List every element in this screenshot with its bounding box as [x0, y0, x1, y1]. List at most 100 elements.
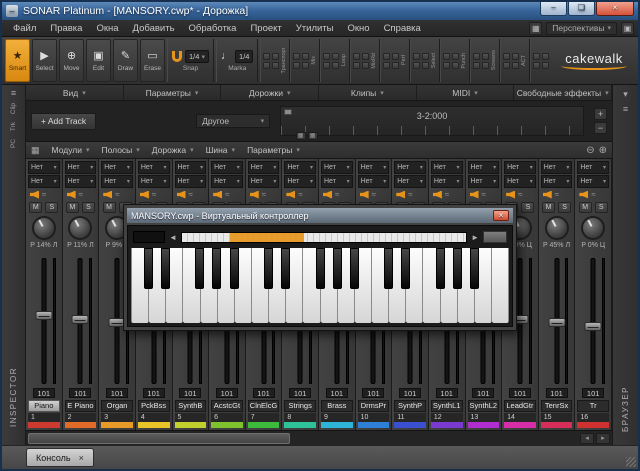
speaker-icon[interactable] [579, 191, 588, 199]
timeline-ruler[interactable]: 3-2:000 [280, 106, 584, 136]
grid-icon[interactable]: ▦ [296, 132, 306, 140]
output-slot[interactable]: Нет ▾ [211, 175, 243, 188]
volume-fader[interactable] [576, 256, 610, 386]
output-slot[interactable]: Нет ▾ [394, 175, 426, 188]
channel-name[interactable]: PckBss [138, 400, 170, 412]
piano-white-key[interactable] [492, 248, 509, 323]
output-slot[interactable]: Нет ▾ [175, 175, 207, 188]
mute-button[interactable]: M [579, 202, 592, 213]
speaker-icon[interactable] [30, 191, 39, 199]
hamburger-icon[interactable]: ≡ [11, 87, 16, 99]
output-slot[interactable]: Нет ▾ [284, 175, 316, 188]
mixer-menu[interactable]: Дорожка ▾ [152, 145, 194, 155]
module-button[interactable] [443, 53, 450, 60]
menu-item[interactable]: Справка [377, 23, 428, 34]
speaker-icon[interactable] [543, 191, 552, 199]
strip-filter-menu[interactable]: Вид ▾ [26, 85, 124, 100]
module-button[interactable] [452, 62, 459, 69]
solo-button[interactable]: S [45, 202, 58, 213]
piano-black-key[interactable] [195, 248, 204, 289]
module-button[interactable] [413, 62, 420, 69]
module-button[interactable] [473, 62, 480, 69]
strip-filter-menu[interactable]: Клипы ▾ [319, 85, 417, 100]
menu-item[interactable]: Окно [340, 23, 376, 34]
module-button[interactable] [503, 62, 510, 69]
speaker-icon[interactable] [140, 191, 149, 199]
fader-handle[interactable] [35, 311, 52, 320]
channel-strip[interactable]: Нет ▾ Нет ▾ ≈ M S P 11% Л 101 E Piano 2 [63, 159, 100, 430]
pan-knob[interactable] [545, 216, 569, 240]
hamburger-icon[interactable]: ≡ [623, 103, 628, 115]
volume-fader[interactable] [540, 256, 574, 386]
module-button[interactable] [392, 62, 399, 69]
piano-black-key[interactable] [470, 248, 479, 289]
module-button[interactable] [362, 62, 369, 69]
channel-name[interactable]: SynthL1 [431, 400, 463, 412]
channel-name[interactable]: Organ [101, 400, 133, 412]
speaker-icon[interactable] [67, 191, 76, 199]
strip-filter-menu[interactable]: Дорожки ▾ [221, 85, 319, 100]
module-button[interactable] [542, 62, 549, 69]
channel-name[interactable]: Tr [577, 400, 609, 412]
grid-icon[interactable]: ▦ [529, 22, 542, 35]
module-button[interactable] [512, 53, 519, 60]
grid-icon[interactable]: ▦ [31, 144, 40, 156]
piano-black-key[interactable] [316, 248, 325, 289]
module-button[interactable] [482, 62, 489, 69]
menu-item[interactable]: Файл [6, 23, 43, 34]
output-slot[interactable]: Нет ▾ [28, 175, 60, 188]
fx-slot[interactable]: Нет ▾ [211, 161, 243, 174]
piano-black-key[interactable] [401, 248, 410, 289]
fx-slot[interactable]: Нет ▾ [541, 161, 573, 174]
speaker-icon[interactable] [506, 191, 515, 199]
menu-item[interactable]: Добавить [126, 23, 182, 34]
fx-slot[interactable]: Нет ▾ [248, 161, 280, 174]
output-slot[interactable]: Нет ▾ [138, 175, 170, 188]
mixer-menu[interactable]: Модули ▾ [52, 145, 90, 155]
module-button[interactable] [332, 62, 339, 69]
inspector-tab[interactable]: PC [10, 139, 17, 148]
loop-marker[interactable] [284, 109, 292, 115]
fx-slot[interactable]: Нет ▾ [28, 161, 60, 174]
module-button[interactable] [542, 53, 549, 60]
module-button[interactable] [383, 62, 390, 69]
scrollbar-thumb[interactable] [28, 433, 290, 444]
output-slot[interactable]: Нет ▾ [431, 175, 463, 188]
fx-slot[interactable]: Нет ▾ [65, 161, 97, 174]
module-button[interactable] [293, 53, 300, 60]
output-slot[interactable]: Нет ▾ [358, 175, 390, 188]
mute-button[interactable]: M [542, 202, 555, 213]
fx-slot[interactable]: Нет ▾ [358, 161, 390, 174]
piano-black-key[interactable] [384, 248, 393, 289]
inspector-tab[interactable]: Clip [10, 103, 17, 114]
mixer-menu[interactable]: Параметры ▾ [247, 145, 300, 155]
mixer-menu[interactable]: Полосы ▾ [101, 145, 139, 155]
tool-edit-button[interactable]: ▣ Edit [86, 39, 111, 82]
scroll-right-icon[interactable]: ▸ [596, 433, 610, 444]
zoom-out-button[interactable]: − [594, 122, 607, 134]
fx-slot[interactable]: Нет ▾ [577, 161, 609, 174]
piano-black-key[interactable] [212, 248, 221, 289]
module-button[interactable] [413, 53, 420, 60]
channel-name[interactable]: SynthP [394, 400, 426, 412]
piano-black-key[interactable] [230, 248, 239, 289]
fx-slot[interactable]: Нет ▾ [175, 161, 207, 174]
solo-button[interactable]: S [558, 202, 571, 213]
channel-name[interactable]: ClnElcG [248, 400, 280, 412]
fx-slot[interactable]: Нет ▾ [504, 161, 536, 174]
pan-knob[interactable] [68, 216, 92, 240]
piano-black-key[interactable] [350, 248, 359, 289]
channel-strip[interactable]: Нет ▾ Нет ▾ ≈ M S P 45% Л 101 TenrSx 15 [539, 159, 576, 430]
speaker-icon[interactable] [250, 191, 259, 199]
module-button[interactable] [353, 53, 360, 60]
module-button[interactable] [422, 62, 429, 69]
module-button[interactable] [473, 53, 480, 60]
channel-name[interactable]: Brass [321, 400, 353, 412]
right-arrow-icon[interactable]: ► [471, 233, 479, 242]
channel-strip[interactable]: Нет ▾ Нет ▾ ≈ M S P 0% Ц 101 Tr 16 [575, 159, 612, 430]
zoom-out-icon[interactable]: ⊖ [586, 145, 594, 156]
magnet-icon[interactable] [172, 51, 182, 62]
resize-grip[interactable] [626, 457, 636, 467]
window-layout-icon[interactable]: ▣ [621, 22, 634, 35]
mute-button[interactable]: M [29, 202, 42, 213]
